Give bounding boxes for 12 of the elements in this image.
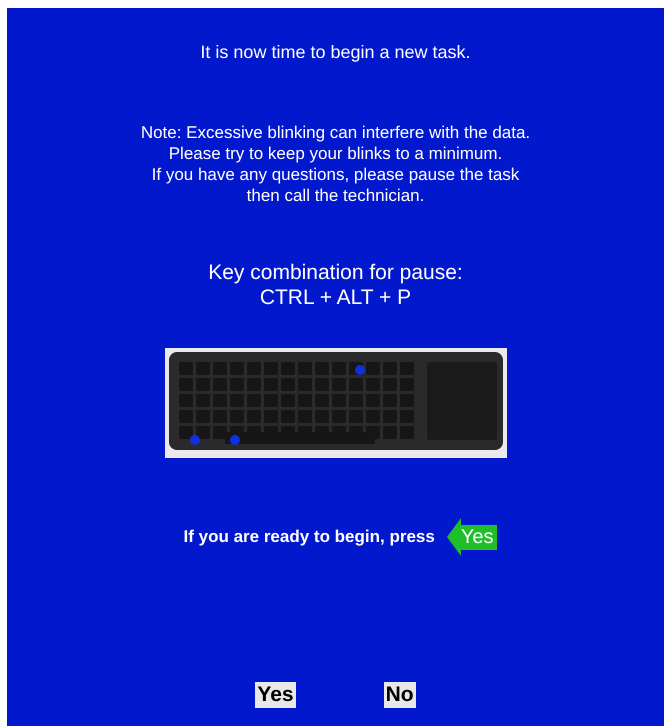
arrow-icon [446, 518, 461, 556]
prompt-text: If you are ready to begin, press [184, 527, 435, 547]
note-line: then call the technician. [246, 185, 424, 206]
note-line: If you have any questions, please pause the task [152, 164, 520, 185]
note-line: Please try to keep your blinks to a minimum. [168, 143, 502, 164]
arrow-label: Yes [460, 524, 498, 550]
note-line: Note: Excessive blinking can interfere with the data. [140, 122, 530, 143]
pause-keys: CTRL + ALT + P [260, 285, 412, 310]
yes-button[interactable]: Yes [255, 682, 296, 708]
no-button[interactable]: No [384, 682, 416, 708]
heading: It is now time to begin a new task. [200, 42, 471, 63]
pause-label: Key combination for pause: [208, 260, 463, 285]
